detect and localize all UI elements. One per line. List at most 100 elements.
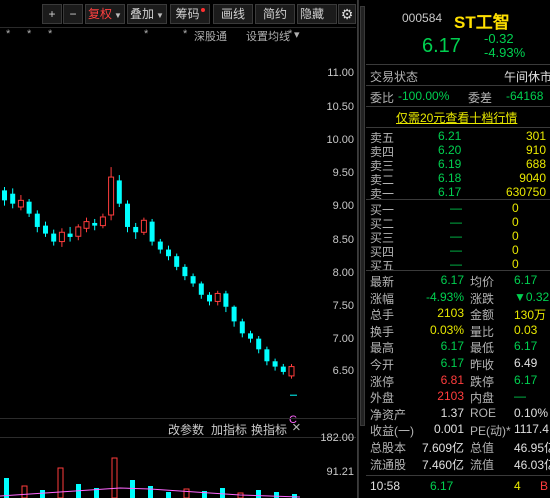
panel-scrollbar[interactable]	[358, 0, 366, 498]
ask-row[interactable]: 卖二 6.18 9040	[366, 171, 550, 187]
trade-status-row: 交易状态 午间休市	[366, 67, 550, 84]
candle-body	[17, 199, 24, 208]
stat-value: 130万	[514, 308, 547, 323]
candle-body	[264, 349, 270, 362]
stat-value: 7.460亿	[421, 457, 464, 472]
stat-label: 最高	[370, 341, 395, 356]
stats-row: 总股本 7.609亿总值 46.95亿	[366, 439, 550, 455]
stats-row: 流通股 7.460亿流值 46.03亿	[366, 456, 550, 472]
settings-gear-icon[interactable]: ⚙	[338, 4, 356, 24]
stat-label: 涨停	[370, 374, 395, 389]
candle-body	[166, 249, 171, 257]
stat-label: 流通股	[370, 457, 407, 472]
ask-price: 6.19	[438, 157, 462, 171]
volume-bar	[274, 492, 279, 498]
divider	[366, 85, 550, 86]
weicha-label: 委差	[468, 91, 493, 105]
bid-price: —	[450, 257, 462, 271]
stats-row: 最新 6.17 均价 6.17	[366, 273, 550, 289]
bid-row[interactable]: 买三 —0	[366, 229, 550, 245]
stat-label: 内盘	[470, 391, 495, 406]
tick-flag: B	[540, 479, 549, 493]
volume-chart[interactable]	[0, 440, 320, 498]
price-axis-label: 7.00	[332, 333, 354, 345]
stat-label: 金额	[470, 308, 495, 323]
stats-row: 最高 6.17 最低 6.17	[366, 339, 550, 355]
ask-row[interactable]: 卖四 6.20 910	[366, 143, 550, 159]
tick-volume: 4	[514, 479, 521, 493]
divider	[366, 199, 550, 200]
volume-bar	[256, 490, 261, 498]
bid-row[interactable]: 买五 — 0	[366, 257, 550, 273]
ask-row[interactable]: 卖一 6.17 630750	[366, 185, 550, 201]
candle-body	[125, 203, 130, 227]
edit-params-button[interactable]: 改参数	[168, 421, 204, 438]
candle-body	[67, 233, 73, 237]
volume-bar	[40, 490, 45, 498]
kline-chart-panel[interactable]: + − 复权 ▼ 叠加 ▼ 筹码 画线 简约 隐藏 ⚙ * * * * * 深股通 …	[0, 0, 356, 498]
candle-body	[288, 366, 295, 377]
candle-body	[133, 226, 139, 233]
scrollbar-thumb[interactable]	[360, 6, 365, 426]
overlay-button[interactable]: 叠加 ▼	[127, 4, 167, 24]
ten-level-promo-link[interactable]: 仅需20元查看十档行情	[396, 109, 517, 126]
candle-body	[272, 361, 278, 367]
candle-body	[214, 292, 221, 302]
close-icon[interactable]: ×	[292, 419, 301, 436]
price-block: 6.17 -0.32 -4.93%	[366, 31, 550, 63]
hide-button[interactable]: 隐藏	[297, 4, 337, 24]
stat-value: 6.17	[514, 273, 538, 287]
stat-label: PE(动)*	[470, 424, 511, 439]
zoom-in-button[interactable]: +	[42, 4, 62, 24]
candle-body	[239, 321, 245, 334]
stats-row: 收益(一) 0.001 PE(动)* 1117.4	[366, 422, 550, 438]
add-indicator-button[interactable]: 加指标	[211, 421, 247, 438]
simple-mode-button[interactable]: 简约	[255, 4, 295, 24]
weibi-value: -100.00%	[398, 89, 450, 103]
switch-indicator-button[interactable]: 换指标	[251, 421, 287, 438]
bid-row[interactable]: 买四 —0	[366, 243, 550, 259]
bid-volume: 0	[512, 201, 519, 215]
candlestick-chart[interactable]: C	[0, 28, 356, 423]
stat-value: 1117.4	[514, 422, 549, 437]
stat-label: 净资产	[370, 407, 407, 422]
bid-volume: 0	[512, 215, 519, 229]
stat-value: 6.17	[440, 273, 464, 287]
candle-body	[248, 333, 253, 339]
stats-row: 总手 2103 金额 130万	[366, 306, 550, 322]
stat-value: 2103	[437, 306, 464, 321]
stat-value: 2103	[437, 389, 464, 404]
ask-row[interactable]: 卖五 6.21 301	[366, 129, 550, 145]
volume-bar	[183, 488, 190, 498]
stats-row: 今开 6.17 昨收 6.49	[366, 356, 550, 372]
ask-volume: 630750	[505, 185, 546, 199]
candle-body	[182, 266, 188, 277]
zoom-out-button[interactable]: −	[63, 4, 83, 24]
bid-price: —	[450, 243, 462, 257]
chip-button[interactable]: 筹码	[170, 4, 210, 24]
draw-line-button[interactable]: 画线	[213, 4, 253, 24]
volume-bar	[292, 494, 297, 498]
ask-price: 6.18	[438, 171, 462, 185]
candle-body	[26, 201, 32, 214]
indicator-toolbar: 改参数 加指标 换指标 ×	[0, 418, 356, 438]
price-change: -0.32	[484, 31, 514, 46]
price-axis-label: 7.50	[332, 300, 354, 312]
volume-bar	[111, 457, 118, 498]
candle-body	[140, 219, 147, 233]
volume-bar	[57, 467, 64, 498]
stat-label: ROE	[470, 405, 497, 420]
stat-label: 流值	[470, 457, 495, 472]
bid-row[interactable]: 买二 —0	[366, 215, 550, 231]
ask-price: 6.20	[438, 143, 462, 157]
candle-body	[190, 276, 196, 284]
price-change-pct: -4.93%	[484, 45, 526, 60]
fuquan-button[interactable]: 复权 ▼	[85, 4, 125, 24]
ask-row[interactable]: 卖三 6.19 688	[366, 157, 550, 173]
bid-row[interactable]: 买一 —0	[366, 201, 550, 217]
volume-bar	[220, 488, 225, 498]
divider	[366, 475, 550, 476]
promo-row[interactable]: 仅需20元查看十档行情	[366, 108, 550, 125]
stats-row: 涨停 6.81 跌停 6.17	[366, 373, 550, 389]
weibi-label: 委比	[370, 91, 395, 105]
